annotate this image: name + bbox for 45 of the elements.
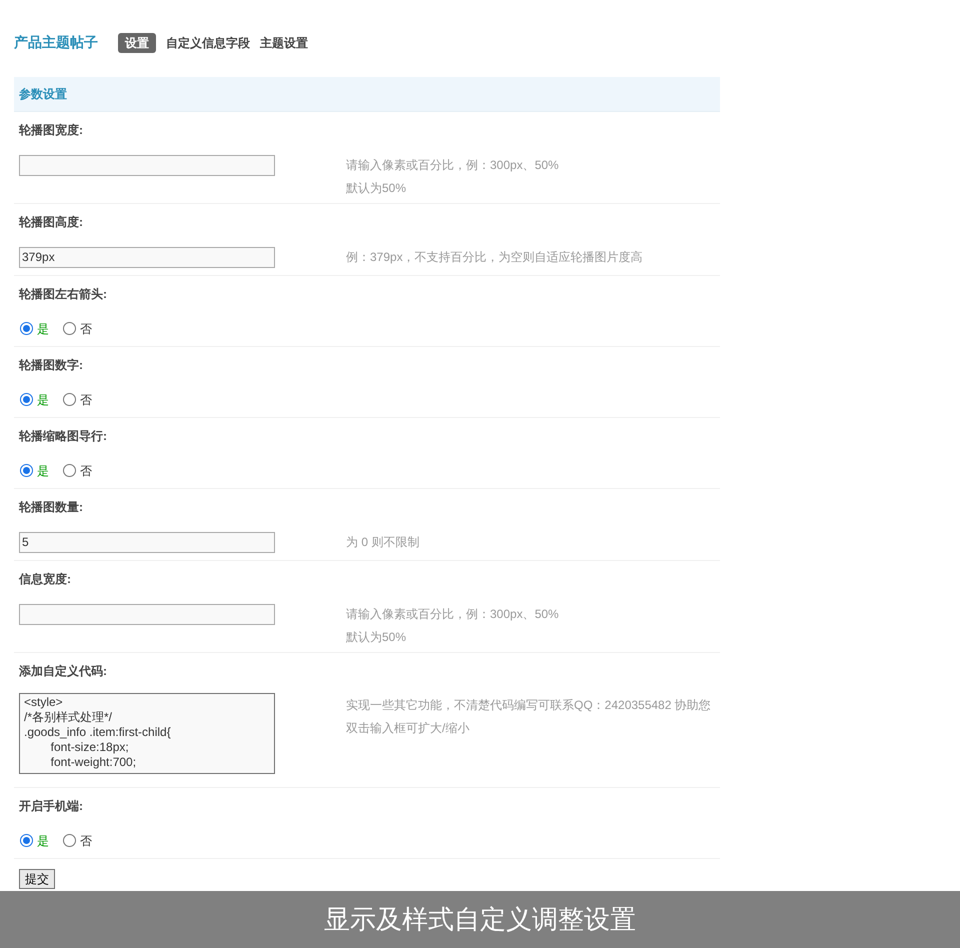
text-field[interactable] [19,154,275,176]
hint-text: 请输入像素或百分比，例：300px、50% [346,157,559,174]
radio-button[interactable] [20,834,33,847]
radio-label: 否 [80,392,92,408]
page-title: 产品主题帖子 [14,33,98,52]
radio-button[interactable] [63,393,76,406]
setting-label: 信息宽度: [19,570,71,588]
hint-text: 双击输入框可扩大/缩小 [346,720,470,737]
hint-text: 默认为50% [346,629,408,646]
radio-label: 是 [37,462,49,480]
setting-label: 轮播缩略图导行: [19,428,107,444]
text-field[interactable]: 379px [19,246,275,268]
hint-text: 为 0 则不限制 [346,534,420,551]
setting-label: 轮播图数字: [19,356,83,374]
text-field[interactable]: 5 [19,532,275,552]
setting-label: 轮播图左右箭头: [19,286,107,302]
code-field[interactable]: <style> /*各别样式处理*/ .goods_info .item:first-child{ font-size:18px; font-weight:700; [19,693,275,774]
tab[interactable]: 自定义信息字段 [166,32,250,52]
tab[interactable]: 设置 [118,32,156,52]
radio-label: 否 [80,832,92,850]
text-field[interactable] [19,604,275,624]
tab[interactable]: 主题设置 [260,32,308,52]
setting-label: 添加自定义代码: [19,662,107,680]
submit-button[interactable]: 提交 [19,869,55,889]
radio-label: 否 [80,462,92,480]
radio-button[interactable] [63,322,76,335]
radio-button[interactable] [63,834,76,847]
radio-button[interactable] [63,464,76,477]
radio-label: 是 [37,320,49,338]
radio-label: 是 [37,392,49,408]
hint-text: 实现一些其它功能，不清楚代码编写可联系QQ：2420355482 协助您 [346,697,711,714]
hint-text: 例：379px，不支持百分比，为空则自适应轮播图片度高 [346,249,643,266]
setting-label: 轮播图数量: [19,498,83,516]
radio-button[interactable] [20,464,33,477]
radio-label: 否 [80,320,92,338]
setting-label: 轮播图宽度: [19,122,83,138]
setting-label: 开启手机端: [19,798,83,814]
radio-button[interactable] [20,393,33,406]
section-header: 参数设置 [14,77,720,112]
setting-label: 轮播图高度: [19,214,83,230]
hint-text: 请输入像素或百分比，例：300px、50% [346,606,559,623]
hint-text: 默认为50% [346,180,408,197]
caption-banner: 显示及样式自定义调整设置 [0,891,960,948]
radio-label: 是 [37,832,49,850]
radio-button[interactable] [20,322,33,335]
